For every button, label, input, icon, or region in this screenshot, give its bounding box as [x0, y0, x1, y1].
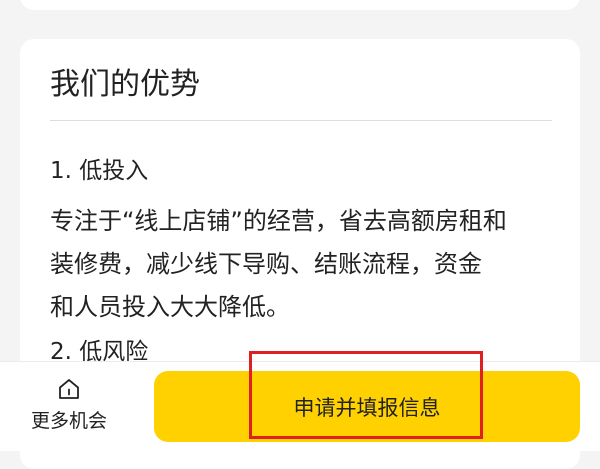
point-body-low-investment: 专注于“线上店铺”的经营，省去高额房租和 装修费，减少线下导购、结账流程，资金 …: [50, 200, 560, 329]
title-divider: [50, 120, 552, 121]
home-icon: [56, 376, 82, 402]
point-heading-low-investment: 1. 低投入: [50, 158, 149, 184]
previous-card: [20, 0, 580, 10]
advantages-title: 我们的优势: [50, 67, 200, 102]
point-body-line: 和人员投入大大降低。: [50, 293, 290, 321]
more-opportunities-label: 更多机会: [30, 410, 107, 432]
more-opportunities-button[interactable]: 更多机会: [20, 376, 118, 440]
apply-and-fill-info-button[interactable]: 申请并填报信息: [154, 371, 580, 442]
point-body-line: 专注于“线上店铺”的经营，省去高额房租和: [50, 207, 507, 235]
bottom-action-bar: 更多机会 申请并填报信息: [0, 361, 600, 451]
point-body-line: 装修费，减少线下导购、结账流程，资金: [50, 250, 482, 278]
